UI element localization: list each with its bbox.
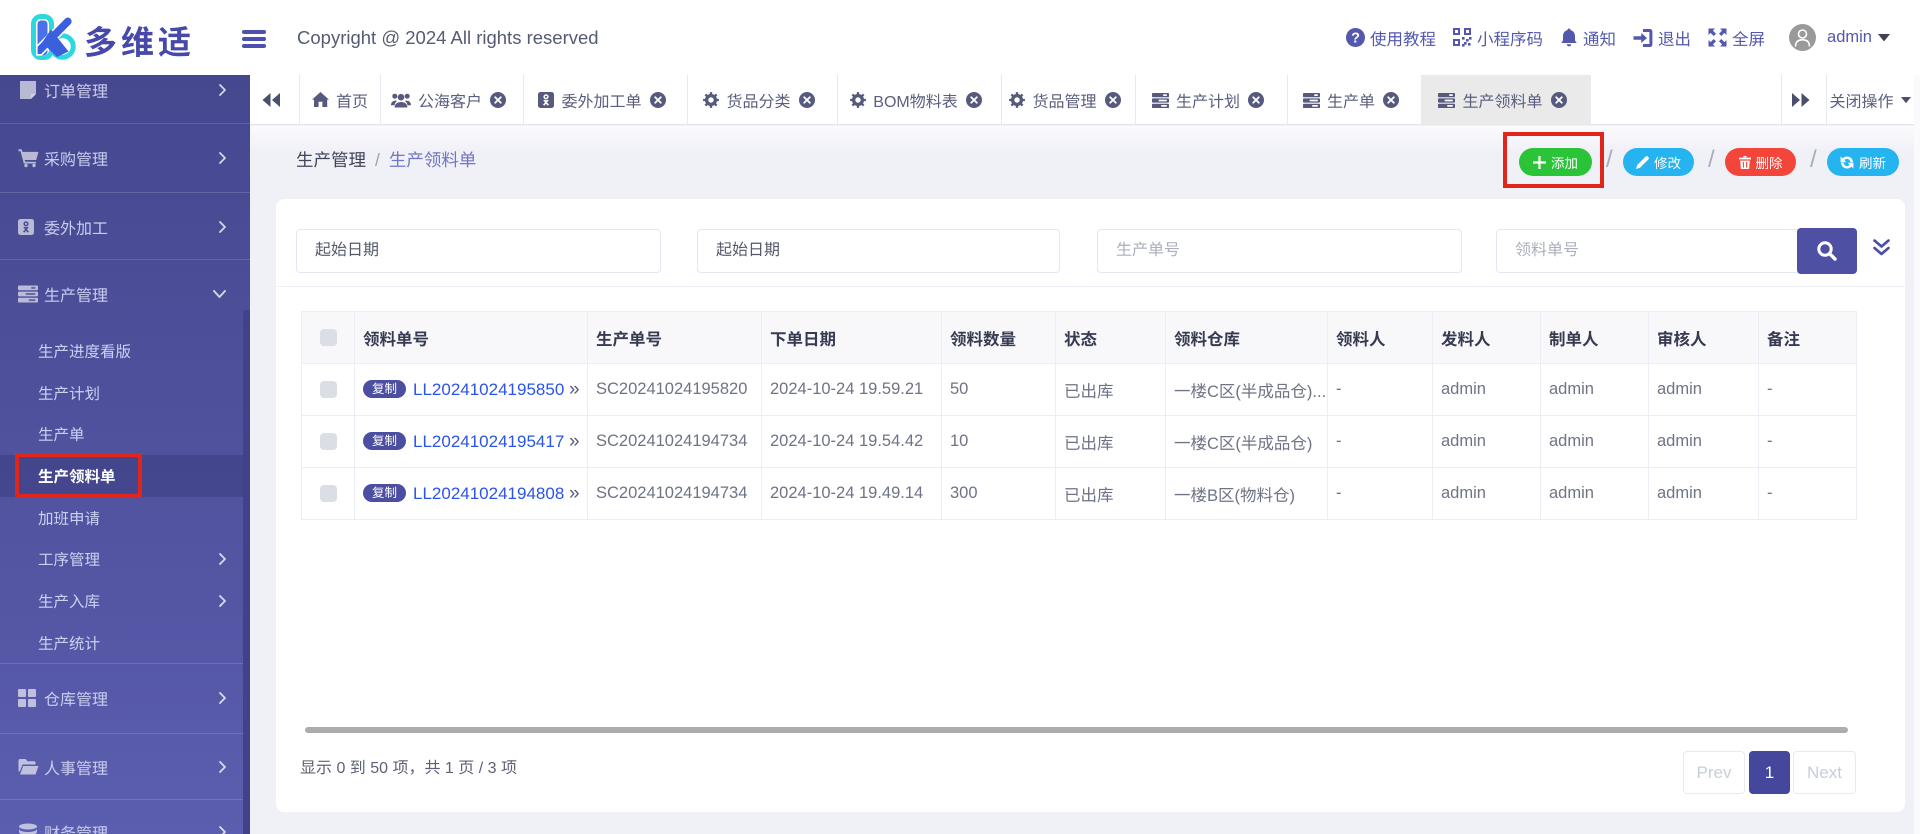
svg-text:?: ? [1351, 31, 1360, 47]
